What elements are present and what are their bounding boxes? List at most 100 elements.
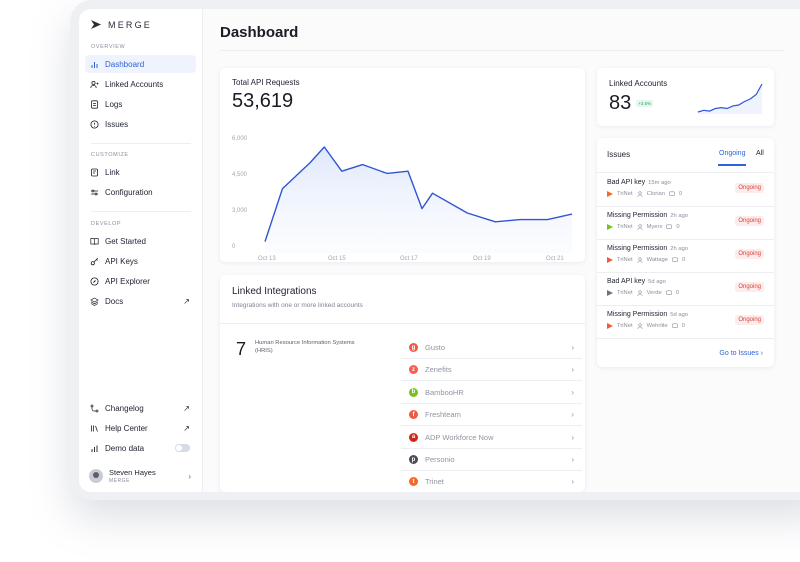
issue-time: 5d ago [670,312,689,318]
users-icon [90,80,99,89]
user-icon [637,323,643,329]
integration-logo-icon [607,257,613,263]
integration-row[interactable]: z Zenefits › [401,359,582,382]
chevron-right-icon: › [188,471,191,481]
issue-user: Wattage [646,257,668,263]
issue-meta: TriNet Clorian 0 [607,191,682,197]
key-icon [90,257,99,266]
sidebar-item-label: Link [105,167,120,177]
sidebar-item-label: API Explorer [105,276,150,286]
issue-name: Missing Permission 2h ago [607,212,689,219]
integration-logo-icon: z [409,365,418,375]
document-icon [90,99,99,109]
comment-icon [665,290,672,296]
issue-row[interactable]: Missing Permission 2h ago TriNet Wattage … [597,239,774,272]
issue-meta: TriNet Wattage 0 [607,257,685,263]
integration-name: Gusto [425,343,446,352]
linked-accounts-label: Linked Accounts [609,79,668,88]
chevron-right-icon: › [571,455,574,464]
integration-name: ADP Workforce Now [425,432,494,442]
status-badge: Ongoing [735,216,764,226]
integration-name: Trinet [425,477,444,487]
integration-row[interactable]: a ADP Workforce Now › [401,427,582,449]
sidebar-item-dashboard[interactable]: Dashboard [85,55,196,73]
sidebar-item-label: Linked Accounts [105,79,164,89]
section-label-develop: DEVELOP [91,221,122,227]
chevron-right-icon: › [571,343,574,352]
integration-logo-icon: g [409,343,418,352]
git-icon [90,404,99,413]
issue-time: 2h ago [670,213,689,219]
sidebar-item-api-keys[interactable]: API Keys [85,252,196,270]
integration-name: Freshteam [425,410,461,420]
integration-name: Personio [425,455,455,464]
issues-card: Issues Ongoing All Bad API key 15m ago Tr… [597,138,774,367]
sidebar-item-label: Configuration [105,187,153,197]
merge-logo[interactable]: MERGE [90,19,152,30]
tab-all[interactable]: All [756,150,764,157]
issue-user: Clorian [646,191,665,197]
sidebar-item-configuration[interactable]: Configuration [85,183,196,201]
api-requests-card: Total API Requests 53,619 6,000 4,500 3,00… [220,68,585,262]
issue-time: 2h ago [670,246,689,252]
page-title: Dashboard [220,24,299,41]
divider [91,143,191,144]
external-link-icon: ↗ [183,403,190,413]
library-icon [90,424,99,433]
integration-row[interactable]: b BambooHR › [401,382,582,404]
comment-icon [666,224,673,230]
tab-ongoing[interactable]: Ongoing [719,150,745,157]
comment-icon [671,323,678,329]
alert-circle-icon [90,120,99,129]
chevron-right-icon: › [571,387,574,397]
integration-logo-icon: p [409,455,418,464]
integration-logo-icon: a [409,432,418,442]
x-tick-label: Oct 19 [473,256,491,262]
sidebar-item-issues[interactable]: Issues [85,115,196,133]
sidebar-item-linked-accounts[interactable]: Linked Accounts [85,75,196,93]
integration-row[interactable]: f Freshteam › [401,404,582,427]
issue-integration: TriNet [617,257,633,263]
linked-integrations-title: Linked Integrations [232,286,317,297]
sidebar-item-label: Docs [105,296,124,306]
sidebar-item-label: API Keys [105,256,138,266]
go-to-issues-link[interactable]: Go to Issues › [719,350,763,357]
user-icon [637,191,643,197]
x-tick-label: Oct 17 [400,256,418,262]
sidebar-item-logs[interactable]: Logs [85,95,196,113]
sidebar-item-demo-data: Demo data [85,439,196,457]
sidebar-item-link[interactable]: Link [85,163,196,181]
integration-name: Zenefits [425,365,452,375]
issue-row[interactable]: Missing Permission 2h ago TriNet Myers 0 … [597,206,774,239]
demo-data-toggle[interactable] [175,444,190,452]
user-icon [637,224,643,230]
sidebar-item-docs[interactable]: Docs ↗ [85,292,196,310]
x-tick-label: Oct 21 [546,256,564,262]
sidebar-item-label: Help Center [105,423,148,433]
issue-name: Bad API key 5d ago [607,278,666,285]
status-badge: Ongoing [735,315,764,325]
issue-user: Verde [646,290,662,296]
issue-row[interactable]: Missing Permission 5d ago TriNet Wehrlite… [597,305,774,338]
sidebar-item-changelog[interactable]: Changelog ↗ [85,399,196,417]
sidebar-item-get-started[interactable]: Get Started [85,232,196,250]
issue-comments: 0 [675,290,679,296]
sidebar-item-api-explorer[interactable]: API Explorer [85,272,196,290]
issue-comments: 0 [681,257,686,263]
issue-row[interactable]: Bad API key 15m ago TriNet Clorian 0 Ongo… [597,173,774,206]
integration-row[interactable]: g Gusto › [401,337,582,359]
divider [91,211,191,212]
status-badge: Ongoing [735,282,764,292]
sidebar-item-help-center[interactable]: Help Center ↗ [85,419,196,437]
app-window: MERGE OVERVIEW Dashboard Linked Accounts… [79,9,800,492]
sidebar-item-label: Changelog [105,403,144,413]
integration-row[interactable]: t Trinet › [401,471,582,492]
sidebar-item-label: Demo data [105,443,145,453]
external-link-icon: ↗ [183,423,190,433]
user-profile[interactable]: Steven Hayes MERGE › [89,465,193,487]
issue-meta: TriNet Myers 0 [607,224,680,230]
issue-row[interactable]: Bad API key 5d ago TriNet Verde 0 Ongoing [597,272,774,305]
issue-name: Bad API key 15m ago [607,179,671,186]
integration-row[interactable]: p Personio › [401,449,582,471]
issue-comments: 0 [676,224,680,230]
